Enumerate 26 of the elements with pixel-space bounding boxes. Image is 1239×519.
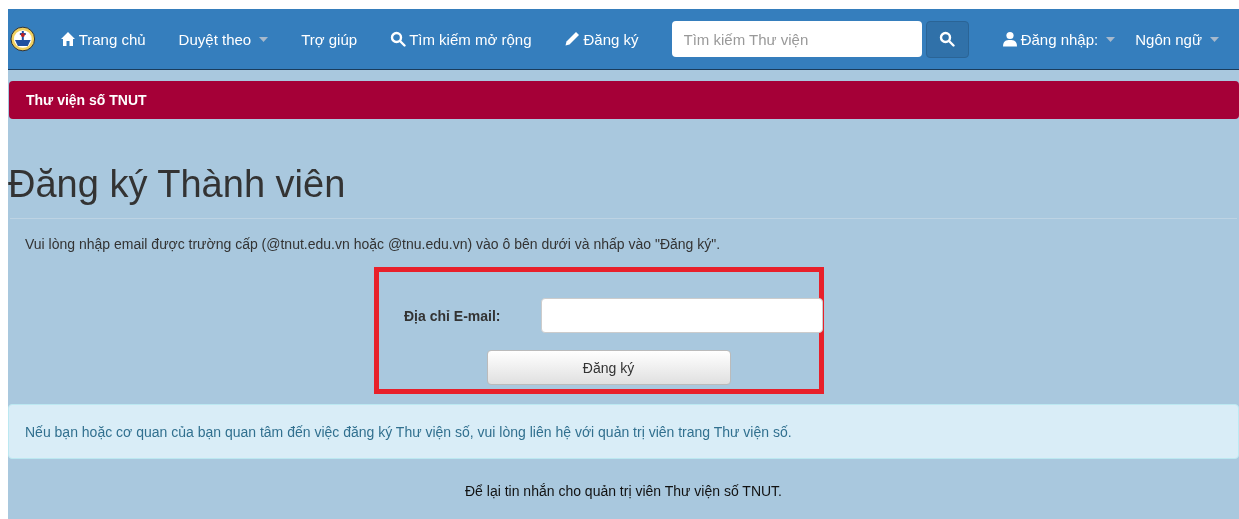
email-field[interactable] (541, 298, 823, 333)
field-label: Địa chỉ E-mail: (404, 307, 502, 324)
nav-link[interactable]: Đăng nhập: (1001, 30, 1116, 48)
search-button[interactable] (926, 20, 969, 58)
search-icon (939, 31, 956, 47)
search-field[interactable]: Tìm kiếm Thư viện (671, 21, 923, 57)
caret-icon (1106, 36, 1116, 42)
caret-icon (1210, 36, 1219, 42)
pencil-icon (564, 31, 581, 47)
nav-link[interactable]: Tìm kiếm mở rộng (390, 30, 532, 48)
home-icon (59, 31, 76, 47)
contact-link[interactable]: Để lại tin nhắn cho quản trị viên Thư viện số TNUT. (465, 483, 782, 499)
search-icon (390, 31, 407, 47)
instruction-text: Vui lòng nhập email được trường cấp (@tnut.edu.vn hoặc @tnu.edu.vn) vào ô bên dưới và nhấp vào "Đăng ký". (25, 236, 722, 252)
nav-link[interactable]: Đăng ký (564, 30, 639, 48)
caret-icon (259, 36, 269, 42)
nav-link[interactable]: Duyệt theo (178, 30, 269, 48)
logo-icon[interactable] (10, 26, 36, 52)
alert-text: Nếu bạn hoặc cơ quan của bạn quan tâm đến việc đăng ký Thư viện số, vui lòng liên hệ với quản trị viên trang Thư viện số. (25, 423, 792, 440)
nav-link[interactable]: Trang chủ (59, 30, 146, 48)
nav-link[interactable]: Ngôn ngữ (1135, 30, 1219, 48)
register-button[interactable]: Đăng ký (486, 350, 731, 385)
nav-link[interactable]: Trợ giúp (301, 30, 358, 48)
page-heading: Đăng ký Thành viên (8, 162, 347, 207)
user-icon (1001, 31, 1018, 47)
breadcrumb-link[interactable]: Thư viện số TNUT (26, 92, 147, 108)
